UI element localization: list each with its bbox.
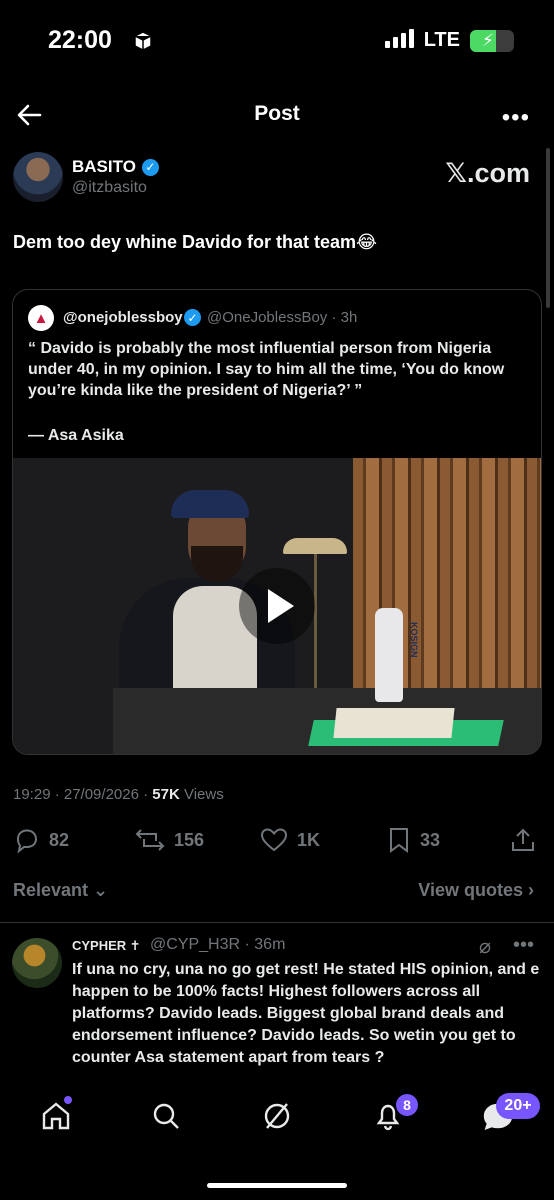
repost-button[interactable]: 156: [134, 826, 204, 854]
author-name-row[interactable]: BASITO ✓: [72, 157, 159, 177]
more-options-icon[interactable]: •••: [502, 104, 530, 132]
reply-button[interactable]: 82: [13, 826, 69, 854]
views-count[interactable]: 57K: [152, 786, 180, 803]
watermark: 𝕏.com: [445, 158, 530, 188]
post-text: Dem too dey whine Davido for that team😂: [13, 232, 378, 252]
reply-count: 82: [49, 829, 70, 850]
home-icon[interactable]: [38, 1096, 74, 1134]
person-beard: [191, 546, 243, 582]
repost-count: 156: [174, 829, 205, 850]
status-right: LTE ⚡: [384, 28, 514, 53]
bookmark-button[interactable]: 33: [386, 826, 440, 854]
bottle-label: KOSIGN: [409, 622, 419, 658]
reply-text: If una no cry, una no go get rest! He st…: [72, 961, 540, 1066]
grok-icon[interactable]: ⌀: [479, 934, 491, 959]
reply-handle-time: @CYP_H3R · 36m: [150, 936, 286, 953]
play-icon: [268, 589, 294, 623]
white-box: [333, 708, 455, 738]
author-name[interactable]: BASITO: [72, 157, 136, 177]
battery-icon: ⚡: [470, 29, 514, 52]
cube-icon: [132, 30, 154, 52]
home-indicator: [207, 1183, 347, 1188]
quoted-attribution: — Asa Asika: [28, 427, 124, 444]
lamp-pole: [314, 554, 317, 704]
quoted-post[interactable]: ▲ @onejoblessboy ✓ @OneJoblessBoy · 3h “…: [12, 289, 542, 755]
lamp: [283, 538, 347, 554]
share-button[interactable]: [509, 826, 537, 854]
reply-avatar[interactable]: [12, 938, 62, 988]
like-count: 1K: [297, 829, 321, 850]
quoted-handle-time: @OneJoblessBoy · 3h: [207, 309, 358, 326]
reply-author-name[interactable]: CYPHER ✝: [72, 938, 141, 954]
search-icon[interactable]: [148, 1098, 184, 1134]
grok-nav-icon[interactable]: [259, 1098, 295, 1134]
views-label: Views: [179, 786, 224, 803]
bottle: KOSIGN: [375, 608, 419, 702]
home-dot: [64, 1096, 72, 1104]
quoted-text: “ Davido is probably the most influentia…: [28, 340, 505, 399]
page-title: Post: [254, 102, 300, 125]
quoted-avatar[interactable]: ▲: [28, 305, 54, 331]
quoted-name[interactable]: @onejoblessboy: [63, 309, 183, 326]
status-time: 22:00: [48, 26, 112, 54]
scrollbar[interactable]: [546, 148, 550, 308]
reply-icon: [16, 829, 38, 854]
view-quotes-link[interactable]: View quotes ›: [418, 880, 534, 901]
play-button[interactable]: [239, 568, 315, 644]
author-handle[interactable]: @itzbasito: [72, 179, 147, 197]
messages-badge: 20+: [496, 1093, 540, 1119]
verified-badge-icon: ✓: [184, 309, 201, 326]
verified-badge-icon: ✓: [141, 158, 159, 176]
signal-icon: [384, 28, 414, 53]
share-icon: [512, 828, 534, 851]
post-timestamp: 19:29 · 27/09/2026 ·: [13, 786, 153, 803]
bookmark-count: 33: [420, 829, 441, 850]
like-button[interactable]: 1K: [259, 826, 320, 854]
sort-replies-dropdown[interactable]: Relevant ⌄: [13, 880, 108, 901]
reply-actions-top: ⌀ •••: [479, 934, 534, 959]
bookmark-icon: [390, 828, 408, 853]
heart-icon: [260, 828, 288, 852]
repost-icon: [135, 829, 165, 851]
network-label: LTE: [423, 29, 460, 51]
divider: [0, 922, 554, 923]
notifications-badge: 8: [396, 1094, 418, 1116]
video-player[interactable]: KOSIGN: [13, 458, 541, 754]
author-avatar[interactable]: [13, 152, 63, 202]
reply-more-icon[interactable]: •••: [513, 934, 534, 959]
person-cap: [171, 490, 249, 518]
post-meta: 19:29 · 27/09/2026 · 57K Views: [13, 786, 224, 803]
